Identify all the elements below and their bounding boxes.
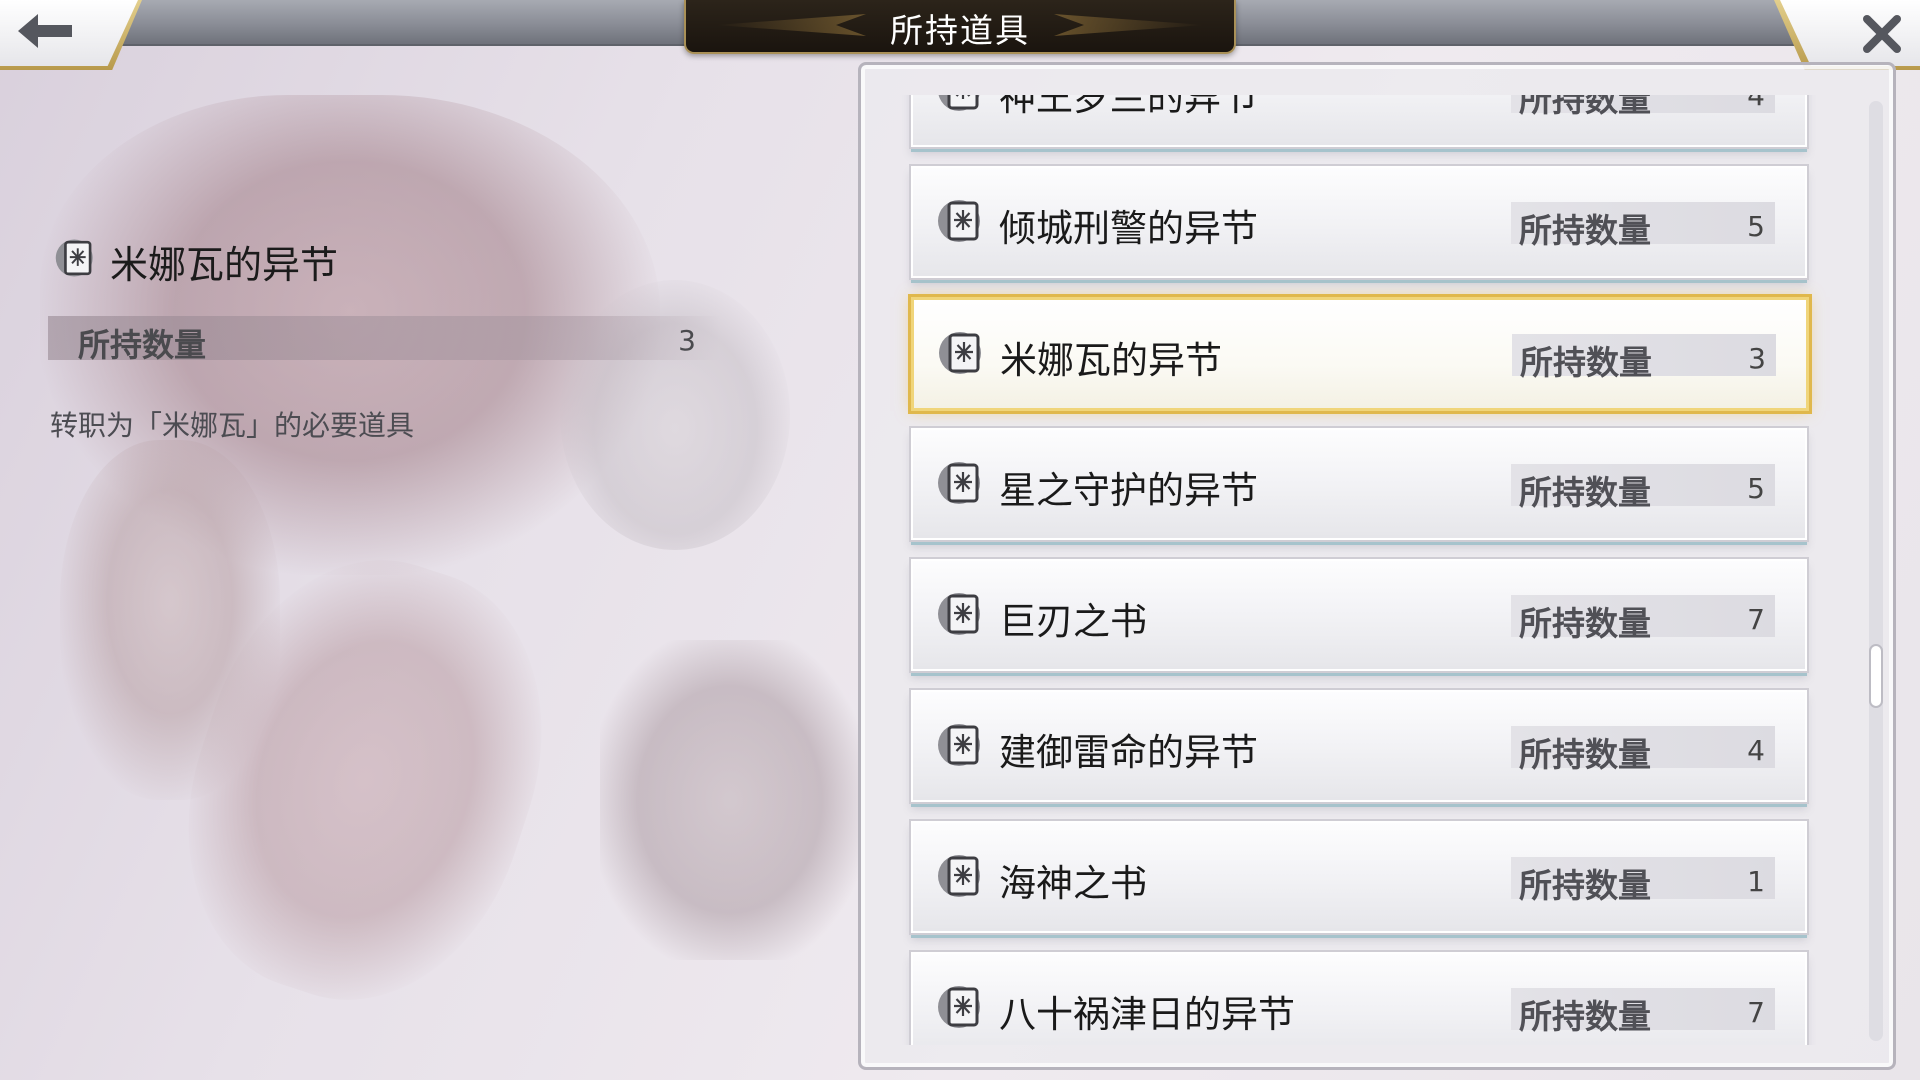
- item-count-value: 1: [1747, 865, 1765, 898]
- item-count-value: 5: [1747, 472, 1765, 505]
- item-count-bar: 所持数量 4: [1511, 726, 1775, 774]
- scrollbar-track[interactable]: [1869, 101, 1883, 1041]
- item-count-label: 所持数量: [1519, 866, 1651, 905]
- item-count-bar: 所持数量 7: [1511, 988, 1775, 1036]
- item-name: 建御雷命的异节: [999, 731, 1258, 774]
- sealed-book-icon: [938, 986, 980, 1028]
- item-row-7[interactable]: 八十祸津日的异节 所持数量 7: [911, 952, 1807, 1045]
- item-name: 米娜瓦的异节: [1000, 339, 1222, 382]
- item-count-bar: 所持数量 5: [1511, 464, 1775, 512]
- item-row-4[interactable]: 巨刃之书 所持数量 7: [911, 559, 1807, 671]
- sealed-book-icon: [939, 332, 981, 374]
- item-count-label: 所持数量: [1519, 735, 1651, 774]
- count-label: 所持数量: [78, 326, 207, 364]
- item-row-5[interactable]: 建御雷命的异节 所持数量 4: [911, 690, 1807, 802]
- sealed-book-icon: [938, 200, 980, 242]
- item-count-value: 7: [1747, 996, 1765, 1029]
- count-value: 3: [678, 324, 696, 357]
- selected-item-count-bar: 所持数量 3: [48, 316, 720, 364]
- item-count-bar: 所持数量 3: [1512, 334, 1776, 382]
- inventory-screen: 所持道具 米娜瓦的异节 所持数量 3 转职为「米娜瓦」的必要道具 神王罗兰的异节…: [0, 0, 1920, 1080]
- item-name: 倾城刑警的异节: [999, 207, 1258, 250]
- item-count-value: 4: [1747, 734, 1765, 767]
- sealed-book-icon: [938, 724, 980, 766]
- item-row-3[interactable]: 星之守护的异节 所持数量 5: [911, 428, 1807, 540]
- item-row-6[interactable]: 海神之书 所持数量 1: [911, 821, 1807, 933]
- background-books-illustration: [600, 640, 860, 960]
- item-count-label: 所持数量: [1519, 211, 1651, 250]
- item-count-bar: 所持数量 1: [1511, 857, 1775, 905]
- item-count-bar: 所持数量 7: [1511, 595, 1775, 643]
- item-count-label: 所持数量: [1519, 95, 1651, 119]
- item-name: 巨刃之书: [999, 600, 1147, 643]
- sealed-book-icon: [55, 239, 93, 277]
- item-name: 海神之书: [999, 862, 1147, 905]
- item-row-2[interactable]: 米娜瓦的异节 所持数量 3: [911, 297, 1809, 411]
- item-count-label: 所持数量: [1520, 343, 1652, 382]
- title-plate: 所持道具: [684, 0, 1236, 54]
- sealed-book-icon: [938, 462, 980, 504]
- item-count-value: 4: [1747, 95, 1765, 112]
- scrollbar-thumb[interactable]: [1869, 644, 1883, 708]
- sealed-book-icon: [938, 593, 980, 635]
- item-description: 转职为「米娜瓦」的必要道具: [50, 409, 415, 442]
- item-list-panel: 神王罗兰的异节 所持数量 4 倾城刑警的异节 所持数量 5 米娜瓦的异节 所持数…: [858, 62, 1896, 1070]
- item-row-0[interactable]: 神王罗兰的异节 所持数量 4: [911, 95, 1807, 147]
- item-count-value: 5: [1747, 210, 1765, 243]
- item-name: 八十祸津日的异节: [999, 993, 1295, 1036]
- item-row-1[interactable]: 倾城刑警的异节 所持数量 5: [911, 166, 1807, 278]
- item-list-viewport[interactable]: 神王罗兰的异节 所持数量 4 倾城刑警的异节 所持数量 5 米娜瓦的异节 所持数…: [861, 95, 1861, 1045]
- page-title: 所持道具: [890, 11, 1030, 50]
- selected-item-name: 米娜瓦的异节: [110, 243, 339, 287]
- item-count-bar: 所持数量 4: [1511, 95, 1775, 119]
- sealed-book-icon: [938, 855, 980, 897]
- item-count-value: 7: [1747, 603, 1765, 636]
- item-name: 星之守护的异节: [999, 469, 1258, 512]
- item-name: 神王罗兰的异节: [999, 95, 1258, 119]
- item-count-bar: 所持数量 5: [1511, 202, 1775, 250]
- item-count-label: 所持数量: [1519, 604, 1651, 643]
- item-count-value: 3: [1748, 342, 1766, 375]
- item-count-label: 所持数量: [1519, 997, 1651, 1036]
- item-count-label: 所持数量: [1519, 473, 1651, 512]
- sealed-book-icon: [938, 95, 980, 111]
- close-icon: [1863, 15, 1901, 53]
- back-arrow-icon: [18, 14, 72, 48]
